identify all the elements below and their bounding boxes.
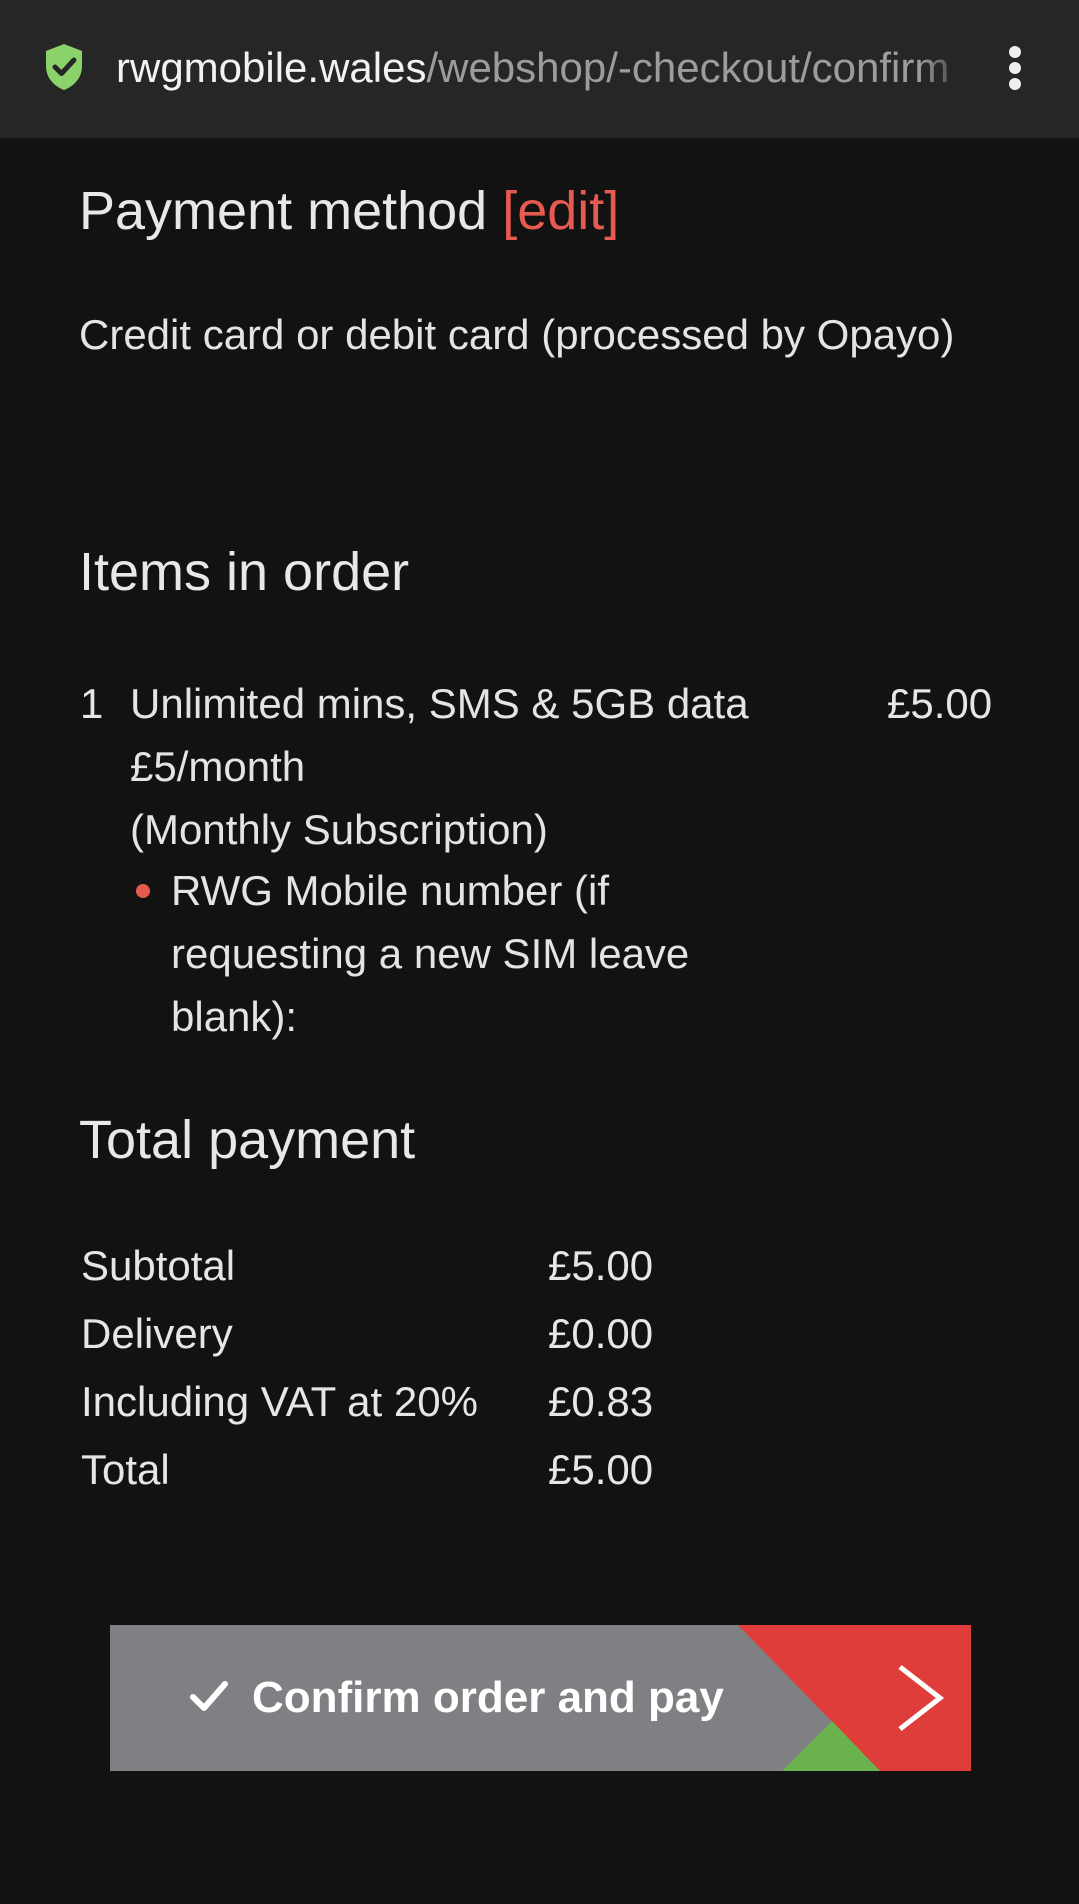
url-host: rwgmobile.wales [116,44,427,91]
item-name: Unlimited mins, SMS & 5GB data £5/month [130,680,749,790]
totals-label: Subtotal [81,1242,236,1289]
url-path: /webshop/-checkout/confirm [426,44,950,91]
bullet-dot [136,884,150,898]
totals-value: £0.00 [548,1310,654,1357]
totals-label: Total [81,1446,170,1493]
totals-label: Including VAT at 20% [81,1378,478,1425]
confirm-button-label: Confirm order and pay [252,1673,724,1722]
total-payment-heading: Total payment [79,1110,416,1170]
totals-label: Delivery [81,1310,233,1357]
item-price: £5.00 [887,680,993,727]
items-heading: Items in order [79,542,410,602]
item-option: RWG Mobile number (if requesting a new S… [171,867,690,1040]
payment-method-title: Payment method [79,181,488,241]
item-quantity: 1 [80,680,104,727]
totals-value: £5.00 [548,1242,654,1289]
url-fade [920,40,970,96]
payment-method-text: Credit card or debit card (processed by … [79,311,955,358]
item-subscription: (Monthly Subscription) [130,806,548,853]
check-icon [190,1681,228,1711]
totals-value: £0.83 [548,1378,654,1425]
totals-value: £5.00 [548,1446,654,1493]
payment-method-heading: Payment method [edit] [79,177,619,245]
browser-url-bar: rwgmobile.wales/webshop/-checkout/confir… [0,0,1079,138]
shield-check-icon[interactable] [42,42,86,92]
more-vert-icon[interactable] [1002,40,1028,96]
edit-payment-link[interactable]: [edit] [502,181,619,241]
confirm-order-button[interactable]: Confirm order and pay [110,1625,971,1771]
url-field[interactable]: rwgmobile.wales/webshop/-checkout/confir… [116,40,961,96]
item-description: Unlimited mins, SMS & 5GB data £5/month … [130,672,830,861]
